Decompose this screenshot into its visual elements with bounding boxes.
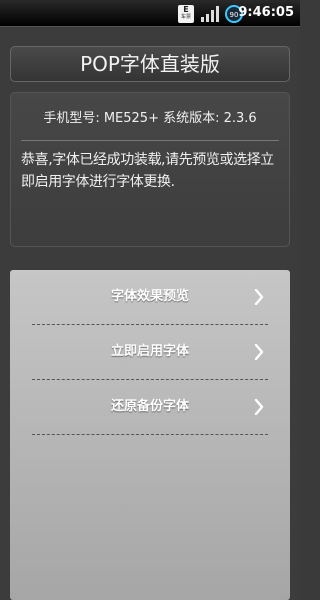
menu-item-label: 还原备份字体 bbox=[110, 399, 189, 414]
menu-item-label: 字体效果预览 bbox=[110, 289, 189, 304]
signal-icon bbox=[201, 6, 219, 22]
menu-item-preview-font[interactable]: 字体效果预览 bbox=[10, 270, 290, 324]
status-message: 恭喜,字体已经成功装载,请先预览或选择立即启用字体进行字体更换. bbox=[21, 152, 274, 190]
status-time: 9:46:05 bbox=[238, 5, 294, 20]
info-divider bbox=[21, 140, 279, 141]
menu-item-restore-font[interactable]: 还原备份字体 bbox=[10, 380, 290, 434]
info-panel: 手机型号: ME525+ 系统版本: 2.3.6 恭喜,字体已经成功装载,请先预… bbox=[10, 92, 290, 247]
chevron-right-icon bbox=[254, 289, 264, 305]
ticket-notification-icon: E 车票 bbox=[178, 5, 194, 23]
menu-item-enable-font[interactable]: 立即启用字体 bbox=[10, 325, 290, 379]
menu-item-label: 立即启用字体 bbox=[110, 344, 189, 359]
status-bar: E 车票 90 9:46:05 bbox=[0, 0, 300, 27]
device-info: 手机型号: ME525+ 系统版本: 2.3.6 bbox=[43, 111, 257, 126]
notification-badge-text: 车票 bbox=[180, 14, 191, 20]
chevron-right-icon bbox=[254, 344, 264, 360]
app-screen: POP字体直装版 手机型号: ME525+ 系统版本: 2.3.6 恭喜,字体已… bbox=[0, 28, 300, 600]
app-title: POP字体直装版 bbox=[10, 46, 290, 82]
chevron-right-icon bbox=[254, 399, 264, 415]
menu-divider bbox=[32, 434, 268, 435]
svg-text:90: 90 bbox=[230, 11, 239, 19]
menu-card: 字体效果预览 立即启用字体 还原备份字体 bbox=[10, 270, 290, 600]
notification-badge-letter: E bbox=[183, 5, 189, 14]
